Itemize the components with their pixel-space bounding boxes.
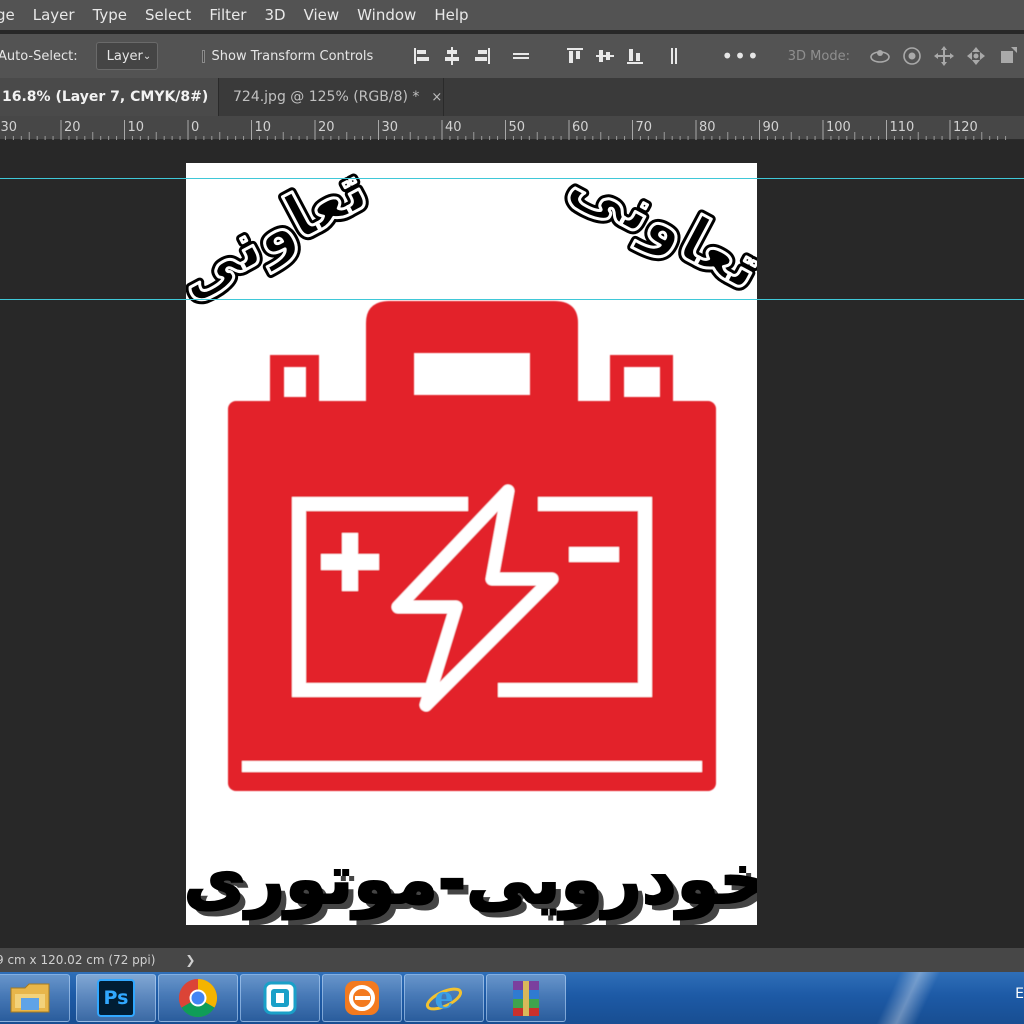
taskbar-winrar[interactable]: [486, 974, 566, 1022]
photoshop-label: Ps: [103, 987, 129, 1009]
roll-3d-icon[interactable]: [901, 44, 923, 68]
ruler-label: 10: [255, 120, 272, 135]
winrar-icon: [513, 981, 539, 1016]
guide-line-bottom[interactable]: [0, 299, 1024, 300]
auto-select-target-value: Layer: [106, 48, 143, 64]
photoshop-icon: Ps: [97, 979, 135, 1017]
tab-label: 16.8% (Layer 7, CMYK/8#): [2, 89, 209, 105]
battery-handle: [366, 301, 578, 409]
ruler-label: 50: [509, 120, 526, 135]
tab-document-2[interactable]: 724.jpg @ 125% (RGB/8) * ×: [218, 78, 444, 116]
options-bar: Auto-Select: Layer ⌄ Show Transform Cont…: [0, 34, 1024, 78]
ruler-label: 30: [1, 120, 18, 135]
file-explorer-icon: [10, 983, 50, 1013]
document-canvas[interactable]: تعاونی تعاونی تعاونی تعاونی خودرویی-موتو…: [158, 140, 778, 926]
tab-document-1[interactable]: 16.8% (Layer 7, CMYK/8#) ×: [0, 78, 231, 116]
ruler-label: 60: [572, 120, 589, 135]
document-size: 9 cm x 120.02 cm (72 ppi): [0, 953, 156, 967]
chrome-icon: [178, 978, 218, 1018]
bottom-title: خودرویی-موتوری خودرویی-موتوری: [183, 840, 775, 926]
ruler-ticks: 30 20 10 0 10 20 30 40 50 60 70 80 90 100 110 120: [1, 120, 1007, 140]
menu-view[interactable]: View: [295, 0, 349, 30]
taskbar-glow: [860, 972, 970, 1024]
status-bar: 9 cm x 120.02 cm (72 ppi) ❯: [0, 948, 1024, 972]
ruler-label: 10: [128, 120, 145, 135]
top-right-word-outline: تعاونی: [558, 163, 757, 305]
taskbar-photoshop[interactable]: Ps: [76, 974, 156, 1022]
canvas-workspace[interactable]: تعاونی تعاونی تعاونی تعاونی خودرویی-موتو…: [0, 140, 1024, 948]
taskbar-file-explorer[interactable]: [0, 974, 70, 1022]
photoshop-window: ge Layer Type Select Filter 3D View Wind…: [0, 0, 1024, 1024]
minus-sign: [569, 547, 619, 562]
battery-terminal-left: [270, 355, 319, 409]
top-right-word: تعاونی تعاونی: [553, 140, 778, 309]
ruler-label: 110: [890, 120, 915, 135]
ruler-label: 20: [64, 120, 81, 135]
align-horizontal-centers-icon[interactable]: [442, 44, 462, 68]
taskbar-chrome[interactable]: [158, 974, 238, 1022]
scale-3d-icon[interactable]: [997, 44, 1019, 68]
pan-3d-icon[interactable]: [933, 44, 955, 68]
menu-3d[interactable]: 3D: [255, 0, 294, 30]
show-transform-checkbox[interactable]: [202, 49, 205, 63]
ruler-label: 70: [636, 120, 653, 135]
status-menu-arrow-icon[interactable]: ❯: [185, 953, 195, 967]
align-top-edges-icon[interactable]: [565, 44, 585, 68]
menu-select[interactable]: Select: [136, 0, 200, 30]
align-left-edges-icon[interactable]: [412, 44, 432, 68]
show-transform-label[interactable]: Show Transform Controls: [212, 49, 374, 64]
more-options-icon[interactable]: •••: [721, 44, 759, 68]
menu-bar: ge Layer Type Select Filter 3D View Wind…: [0, 0, 1024, 30]
menu-type[interactable]: Type: [84, 0, 136, 30]
document-tab-bar: 16.8% (Layer 7, CMYK/8#) × 724.jpg @ 125…: [0, 78, 1024, 116]
3d-mode-label: 3D Mode:: [787, 48, 850, 64]
battery-terminal-right: [610, 355, 673, 409]
top-left-word-outline: تعاونی: [186, 163, 379, 313]
taskbar-uc-browser[interactable]: [322, 974, 402, 1022]
menu-layer[interactable]: Layer: [24, 0, 84, 30]
uc-browser-icon: [345, 981, 379, 1015]
distribute-heights-icon[interactable]: [664, 44, 684, 68]
slide-3d-icon[interactable]: [965, 44, 987, 68]
ruler-label: 30: [382, 120, 399, 135]
horizontal-ruler[interactable]: 30 20 10 0 10 20 30 40 50 60 70 80 90 100 110 120: [0, 116, 1024, 140]
ruler-label: 90: [763, 120, 780, 135]
orbit-3d-icon[interactable]: [869, 44, 891, 68]
auto-select-target-dropdown[interactable]: Layer ⌄: [95, 42, 159, 70]
ruler-label: 40: [445, 120, 462, 135]
svg-text:e: e: [434, 981, 453, 1016]
align-bottom-edges-icon[interactable]: [625, 44, 645, 68]
menu-image[interactable]: ge: [0, 0, 24, 30]
ruler-label: 20: [318, 120, 335, 135]
close-icon[interactable]: ×: [431, 90, 442, 105]
align-right-edges-icon[interactable]: [472, 44, 492, 68]
ruler-label: 100: [826, 120, 851, 135]
menu-window[interactable]: Window: [348, 0, 425, 30]
battery-lightning-icon: [228, 301, 716, 791]
align-vertical-centers-icon[interactable]: [595, 44, 615, 68]
ruler-label: 120: [953, 120, 978, 135]
tray-language-indicator[interactable]: E: [1015, 986, 1024, 1002]
artwork: تعاونی تعاونی تعاونی تعاونی خودرویی-موتو…: [158, 140, 778, 926]
outlook-icon: [263, 981, 297, 1015]
chevron-down-icon: ⌄: [142, 50, 152, 62]
battery-base-stripe: [242, 761, 702, 772]
auto-select-label[interactable]: Auto-Select:: [0, 49, 78, 64]
windows-taskbar: Ps e E: [0, 972, 1024, 1024]
tab-label: 724.jpg @ 125% (RGB/8) *: [233, 89, 420, 105]
top-left-word: تعاونی تعاونی: [158, 147, 383, 317]
internet-explorer-icon: e: [425, 981, 463, 1016]
ruler-label: 0: [191, 120, 199, 135]
ruler-label: 80: [699, 120, 716, 135]
distribute-widths-icon[interactable]: [511, 44, 531, 68]
taskbar-outlook[interactable]: [240, 974, 320, 1022]
taskbar-internet-explorer[interactable]: e: [404, 974, 484, 1022]
bottom-title-text: خودرویی-موتوری: [186, 841, 757, 920]
guide-line-top[interactable]: [0, 178, 1024, 179]
menu-filter[interactable]: Filter: [200, 0, 255, 30]
menu-help[interactable]: Help: [425, 0, 477, 30]
